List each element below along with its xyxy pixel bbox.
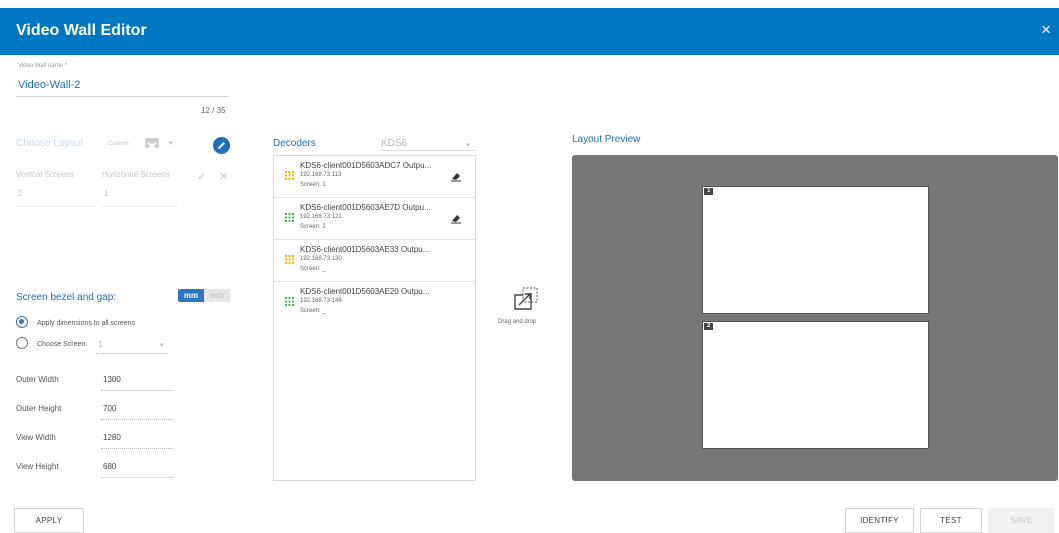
drag-grid-icon[interactable] [285,213,294,222]
decoder-filter-caret-icon: ▾ [466,142,470,149]
drag-and-drop-label: Drag and drop [498,319,537,325]
decoder-screen: Screen: _ [300,308,326,314]
dialog-title: Video Wall Editor [16,22,147,39]
outer-width-input[interactable]: 1300 [103,375,121,384]
decoder-name: KDS6-client001D5603AE33 Outpu... [300,245,430,254]
test-button[interactable]: TEST [920,508,982,533]
apply-button[interactable]: APPLY [14,508,84,533]
confirm-check-icon[interactable]: ✓ [197,170,206,183]
cancel-x-icon[interactable]: ✕ [219,170,228,183]
decoder-ip: 192.168.73.113 [300,172,342,178]
unit-inch-button[interactable]: inch [204,289,230,302]
drag-and-drop-icon [514,287,538,310]
eraser-icon[interactable] [450,170,462,182]
preview-screen-2[interactable]: 2 [702,321,929,449]
vertical-screens-label: Vertical Screens [16,170,74,179]
preview-screen-1[interactable]: 1 [702,186,929,314]
choose-screen-underline [96,353,168,354]
decoder-filter-select[interactable]: KDS6 [381,138,407,149]
name-char-counter: 12 / 35 [201,106,226,115]
decoder-screen: Screen: _ [300,266,326,272]
choose-layout-label: Choose Layout [16,138,84,149]
decoder-name: KDS6-client001D5603AE20 Outpu... [300,287,430,296]
outer-height-underline [101,419,173,420]
unit-toggle[interactable]: mm inch [178,289,230,302]
dialog-header: Video Wall Editor × [0,8,1059,55]
layout-preview-canvas[interactable]: 1 2 [572,155,1058,481]
save-button[interactable]: SAVE [988,508,1055,533]
decoder-item[interactable]: KDS6-client001D5603ADC7 Outpu... 192.168… [274,156,475,198]
decoders-label: Decoders [273,138,316,149]
view-height-underline [101,477,173,478]
layout-preview-label: Layout Preview [572,134,641,145]
outer-height-label: Outer Height [16,404,62,413]
decoder-item[interactable]: KDS6-client001D5603AE33 Outpu... 192.168… [274,240,475,282]
video-wall-name-input[interactable]: Video-Wall-2 [18,79,80,91]
decoders-list: KDS6-client001D5603ADC7 Outpu... 192.168… [273,155,476,481]
edit-layout-pencil-icon[interactable] [213,137,230,154]
outer-width-underline [101,390,173,391]
screen-number-badge: 1 [704,188,714,195]
decoder-filter-underline [380,150,476,151]
view-height-input[interactable]: 680 [103,462,116,471]
name-field-label: Video Wall name * [18,63,68,69]
identify-button[interactable]: IDENTIFY [845,508,914,533]
horizontal-underline [102,206,178,207]
view-width-label: View Width [16,433,56,442]
decoder-screen: Screen: 1 [300,182,326,188]
view-width-underline [101,448,173,449]
drag-grid-icon[interactable] [285,255,294,264]
eraser-icon[interactable] [450,212,462,224]
decoder-ip: 192.168.73.130 [300,256,342,262]
layout-select[interactable]: Custom [108,141,129,147]
decoder-name: KDS6-client001D5603AE7D Outpu... [300,203,431,212]
decoder-item[interactable]: KDS6-client001D5603AE7D Outpu... 192.168… [274,198,475,240]
vertical-underline [16,206,96,207]
vertical-screens-input[interactable]: 2 [18,189,22,198]
outer-width-label: Outer Width [16,375,59,384]
drag-grid-icon[interactable] [285,297,294,306]
view-width-input[interactable]: 1280 [103,433,121,442]
decoder-item[interactable]: KDS6-client001D5603AE20 Outpu... 192.168… [274,282,475,324]
close-icon[interactable]: × [1041,20,1051,40]
decoder-ip: 192.168.73.148 [300,298,342,304]
name-underline [16,96,228,97]
layout-caret-icon: ▾ [169,140,173,147]
apply-all-label: Apply dimensions to all screens [37,320,136,327]
apply-all-radio[interactable] [16,316,28,328]
choose-screen-caret-icon: ▾ [160,342,164,349]
decoder-ip: 192.168.73.121 [300,214,342,220]
bezel-gap-label: Screen bezel and gap: [16,292,117,303]
unit-mm-button[interactable]: mm [178,289,204,302]
horizontal-screens-label: Horizontal Screens [102,170,170,179]
decoder-screen: Screen: 2 [300,224,326,230]
drag-grid-icon[interactable] [285,171,294,180]
screen-number-badge: 2 [704,323,714,330]
view-height-label: View Height [16,462,59,471]
decoder-name: KDS6-client001D5603ADC7 Outpu... [300,161,432,170]
outer-height-input[interactable]: 700 [103,404,116,413]
custom-layout-icon [145,138,159,150]
horizontal-screens-input[interactable]: 1 [104,189,108,198]
choose-screen-label: Choose Screen [37,341,86,348]
choose-screen-radio[interactable] [16,337,28,349]
choose-screen-select[interactable]: 1 [98,339,103,349]
